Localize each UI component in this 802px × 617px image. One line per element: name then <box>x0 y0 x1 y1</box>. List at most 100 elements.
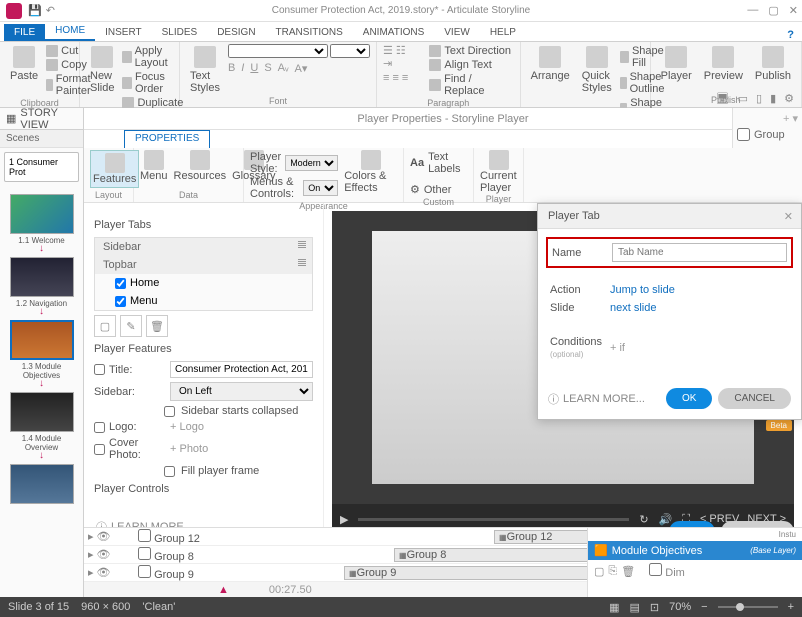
slide-thumb[interactable]: 1.2 Navigation↓ <box>10 257 74 316</box>
slide-thumb[interactable] <box>10 464 74 504</box>
other-button[interactable]: ⚙Other <box>410 183 451 196</box>
menus-controls-select[interactable]: On <box>303 180 338 196</box>
cover-checkbox[interactable] <box>94 444 105 455</box>
properties-tab[interactable]: PROPERTIES <box>124 130 210 148</box>
tab-animations[interactable]: ANIMATIONS <box>353 24 434 41</box>
tab-home[interactable]: HOME <box>45 22 95 41</box>
paste-button[interactable]: Paste <box>6 44 42 98</box>
delete-layer-button[interactable]: 🗑 <box>621 565 635 578</box>
slide-link[interactable]: next slide <box>610 302 656 314</box>
tab-insert[interactable]: INSERT <box>95 24 152 41</box>
cancel-button[interactable]: CANCEL <box>718 388 791 409</box>
zoom-slider[interactable] <box>718 606 778 608</box>
preview-button[interactable]: Preview <box>700 44 747 84</box>
sidebar-collapsed-checkbox[interactable] <box>164 406 175 417</box>
close-icon[interactable]: ✕ <box>789 4 798 17</box>
align-right-button[interactable]: ≡ <box>402 72 408 84</box>
chevron-icon[interactable]: ▸ <box>88 566 94 579</box>
chevron-icon[interactable]: ▸ <box>88 548 94 561</box>
add-tab-button[interactable]: ▢ <box>94 315 116 337</box>
playhead-icon[interactable]: ▲ <box>218 584 229 596</box>
shadow-button[interactable]: Aᵥ <box>278 62 289 75</box>
chevron-icon[interactable]: ▸ <box>88 530 94 543</box>
menu-button[interactable]: Menu <box>140 150 168 182</box>
indent-button[interactable]: ⇥ <box>383 58 392 70</box>
current-player-button[interactable]: Current Player <box>480 150 517 194</box>
apply-layout-button[interactable]: Apply Layout <box>122 44 183 70</box>
tab-file[interactable]: FILE <box>4 24 45 41</box>
play-icon[interactable]: ▶ <box>340 513 348 526</box>
slide-thumb[interactable]: 1.1 Welcome↓ <box>10 194 74 253</box>
numbering-button[interactable]: ☷ <box>396 45 406 57</box>
drag-handle-icon[interactable] <box>298 259 306 267</box>
slide-thumb[interactable]: 1.4 Module Overview↓ <box>10 392 74 460</box>
text-direction-button[interactable]: Text Direction <box>429 44 513 58</box>
scene-button[interactable]: 1 Consumer Prot <box>4 152 79 182</box>
seekbar[interactable] <box>358 518 629 521</box>
learn-more-link[interactable]: ⓘLEARN MORE... <box>548 391 645 407</box>
text-labels-button[interactable]: AaText Labels <box>410 151 467 175</box>
player-style-select[interactable]: Modern <box>285 155 338 171</box>
align-left-button[interactable]: ≡ <box>383 72 389 84</box>
eye-icon[interactable]: 👁 <box>97 566 111 579</box>
dim-checkbox[interactable] <box>649 563 662 576</box>
action-link[interactable]: Jump to slide <box>610 284 675 296</box>
topbar-group[interactable]: Topbar <box>95 256 312 274</box>
sidebar-group[interactable]: Sidebar <box>95 238 312 256</box>
align-center-button[interactable]: ≡ <box>392 72 398 84</box>
view-list-icon[interactable]: ▤ <box>629 601 639 614</box>
add-photo-link[interactable]: + Photo <box>170 443 208 455</box>
story-view-button[interactable]: ▦STORY VIEW <box>0 108 83 130</box>
minimize-icon[interactable]: — <box>747 4 758 17</box>
maximize-icon[interactable]: ▢ <box>768 4 778 17</box>
tab-name-input[interactable] <box>612 243 787 262</box>
replay-icon[interactable]: ↻ <box>639 513 648 526</box>
tab-view[interactable]: VIEW <box>434 24 480 41</box>
italic-button[interactable]: I <box>241 62 244 75</box>
bold-button[interactable]: B <box>228 62 235 75</box>
menu-checkbox[interactable] <box>115 296 126 307</box>
sidebar-position-select[interactable]: On Left <box>170 382 313 401</box>
timeline-clip[interactable]: ▦ Group 9 <box>344 566 594 580</box>
home-checkbox[interactable] <box>115 278 126 289</box>
quick-save-icon[interactable]: 💾 <box>28 4 42 17</box>
timeline-clip[interactable]: ▦ Group 8 <box>394 548 594 562</box>
tab-slides[interactable]: SLIDES <box>152 24 208 41</box>
add-condition-link[interactable]: + if <box>610 342 625 354</box>
slide-thumb[interactable]: 1.3 Module Objectives↓ <box>10 320 74 388</box>
text-styles-button[interactable]: Text Styles <box>186 44 224 96</box>
edit-tab-button[interactable]: ✎ <box>120 315 142 337</box>
find-replace-button[interactable]: Find / Replace <box>429 72 513 98</box>
fit-icon[interactable]: ⊡ <box>650 601 659 614</box>
publish-button[interactable]: Publish <box>751 44 795 84</box>
close-icon[interactable]: ✕ <box>784 210 793 223</box>
drag-handle-icon[interactable] <box>298 241 306 249</box>
gear-icon[interactable]: ⚙ <box>784 92 794 105</box>
undo-icon[interactable]: ↶ <box>46 4 55 17</box>
list-item[interactable]: Home <box>95 274 312 292</box>
resources-button[interactable]: Resources <box>174 150 227 182</box>
eye-icon[interactable]: 👁 <box>97 530 111 543</box>
zoom-in-button[interactable]: + <box>788 601 794 613</box>
logo-checkbox[interactable] <box>94 422 105 433</box>
zoom-out-button[interactable]: − <box>701 601 707 613</box>
timeline-clip[interactable]: ▦ Group 12 <box>494 530 594 544</box>
tablet-icon[interactable]: ▭ <box>738 92 748 105</box>
add-logo-link[interactable]: + Logo <box>170 421 204 433</box>
focus-order-button[interactable]: Focus Order <box>122 70 183 96</box>
player-button[interactable]: Player <box>657 44 696 84</box>
new-slide-button[interactable]: New Slide <box>86 44 118 110</box>
help-icon[interactable]: ? <box>787 29 794 41</box>
tab-design[interactable]: DESIGN <box>207 24 265 41</box>
view-grid-icon[interactable]: ▦ <box>609 601 619 614</box>
strike-button[interactable]: S <box>264 62 271 75</box>
tablet-portrait-icon[interactable]: ▯ <box>756 92 762 105</box>
underline-button[interactable]: U <box>250 62 258 75</box>
delete-tab-button[interactable]: 🗑 <box>146 315 168 337</box>
duplicate-layer-button[interactable]: ⎘ <box>608 565 617 578</box>
tab-help[interactable]: HELP <box>480 24 526 41</box>
features-button[interactable]: Features <box>90 150 139 188</box>
base-layer-row[interactable]: 🟧Module Objectives(Base Layer) <box>588 541 802 560</box>
font-color-button[interactable]: A▾ <box>295 62 308 75</box>
bullets-button[interactable]: ☰ <box>383 45 393 57</box>
